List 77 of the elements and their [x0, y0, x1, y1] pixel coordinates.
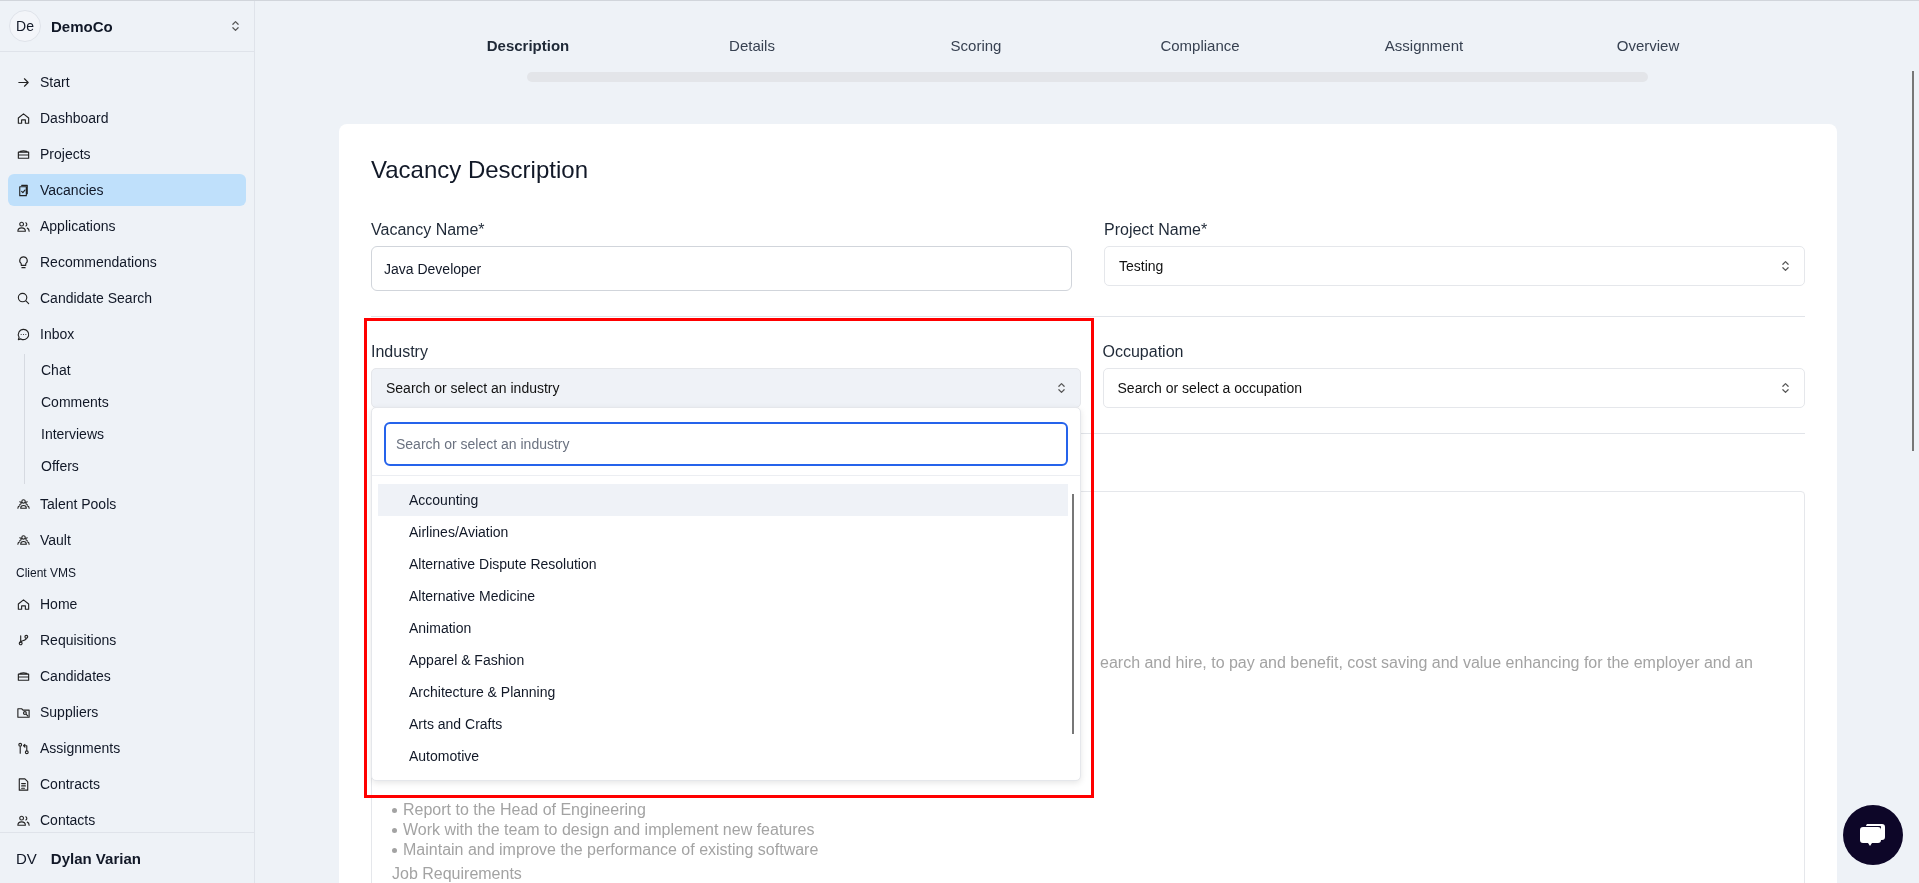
dropdown-option[interactable]: Alternative Dispute Resolution — [378, 548, 1068, 580]
nav-item[interactable]: Suppliers — [8, 696, 246, 728]
user-name[interactable]: Dylan Varian — [50, 849, 141, 867]
nav-subitem[interactable]: Interviews — [25, 418, 113, 450]
step-tab[interactable]: Compliance — [1160, 37, 1240, 54]
step-tab[interactable]: Assignment — [1384, 37, 1464, 54]
nav-item[interactable]: Requisitions — [8, 624, 246, 656]
nav-item[interactable]: Assignments — [8, 732, 246, 764]
search-icon — [16, 290, 31, 306]
field-label: Project Name* — [1104, 221, 1209, 239]
step-tab[interactable]: Description — [486, 37, 570, 54]
step-tab[interactable]: Overview — [1616, 37, 1680, 54]
vacancy-name-field[interactable]: Java Developer — [371, 246, 1072, 291]
dropdown-option[interactable]: Airlines/Aviation — [378, 516, 1068, 548]
branch-icon — [16, 632, 31, 648]
bullet-icon — [392, 827, 397, 833]
compare-arrows-icon — [16, 740, 31, 756]
project-select[interactable]: Testing — [1104, 246, 1805, 286]
chevron-updown-icon — [1781, 381, 1790, 395]
nav-item[interactable]: Contacts — [8, 804, 246, 832]
nav-subitem[interactable]: Chat — [25, 354, 79, 386]
field-label: Occupation — [1102, 343, 1185, 361]
nav-item[interactable]: Inbox — [8, 318, 246, 350]
nav-item[interactable]: Candidate Search — [8, 282, 246, 314]
bullet-item: Work with the team to design and implement new features — [403, 820, 815, 840]
nav-item[interactable]: Candidates — [8, 660, 246, 692]
nav-item[interactable]: Home — [8, 588, 246, 620]
house-icon — [16, 596, 31, 612]
bullet-icon — [392, 807, 397, 813]
nav-item[interactable]: Dashboard — [8, 102, 246, 134]
workspace-avatar: De — [9, 10, 41, 42]
nav-item[interactable]: Projects — [8, 138, 246, 170]
group-icon — [16, 496, 31, 512]
bullet-item: Report to the Head of Engineering — [403, 800, 646, 820]
step-tab[interactable]: Details — [729, 37, 775, 54]
chat-button[interactable] — [1843, 805, 1903, 865]
description-text: earch and hire, to pay and benefit, cost saving and value enhancing for the employer and an — [1100, 654, 1753, 672]
dropdown-option[interactable]: Architecture & Planning — [378, 676, 1068, 708]
dropdown-option[interactable]: Accounting — [378, 484, 1068, 516]
document-icon — [16, 776, 31, 792]
dropdown-option[interactable]: Alternative Medicine — [378, 580, 1068, 612]
bullet-icon — [392, 847, 397, 853]
chat-bubble-icon — [16, 326, 31, 342]
lightbulb-icon — [16, 254, 31, 270]
nav-section-label: Client VMS — [15, 565, 78, 582]
nav-item[interactable]: Vault — [8, 524, 246, 556]
occupation-select[interactable]: Search or select a occupation — [1102, 368, 1805, 408]
field-label: Vacancy Name* — [371, 221, 486, 239]
chevron-updown-icon — [1781, 259, 1790, 273]
field-label: Industry — [371, 343, 429, 361]
scrollbar[interactable] — [1912, 71, 1914, 451]
dropdown-option[interactable]: Apparel & Fashion — [378, 644, 1068, 676]
nav-item[interactable]: Contracts — [8, 768, 246, 800]
step-tab[interactable]: Scoring — [950, 37, 1002, 54]
group-icon — [16, 532, 31, 548]
dropdown-option[interactable]: Animation — [378, 612, 1068, 644]
nav-item[interactable]: Start — [8, 66, 246, 98]
house-icon — [16, 110, 31, 126]
industry-select[interactable]: Search or select an industry — [371, 368, 1081, 408]
industry-search-field[interactable]: Search or select an industry — [384, 422, 1068, 466]
nav-item[interactable]: Talent Pools — [8, 488, 246, 520]
dropdown-option[interactable]: Arts and Crafts — [378, 708, 1068, 740]
chevron-updown-icon — [1056, 381, 1066, 395]
scrollbar[interactable] — [1071, 494, 1074, 734]
chevron-updown-icon — [231, 19, 240, 33]
dropdown-option[interactable]: Automotive — [378, 740, 1068, 772]
nav-item[interactable]: Vacancies — [8, 174, 246, 206]
nav-subitem[interactable]: Comments — [25, 386, 117, 418]
nav-subitem[interactable]: Offers — [25, 450, 87, 482]
clipboard-icon — [16, 182, 31, 198]
section-heading: Job Requirements — [392, 865, 522, 883]
user-initials: DV — [16, 849, 37, 867]
form-title: Vacancy Description — [371, 156, 589, 184]
bullet-item: Maintain and improve the performance of existing software — [403, 840, 819, 860]
workspace-name[interactable]: DemoCo — [51, 17, 221, 35]
nav-item[interactable]: Recommendations — [8, 246, 246, 278]
nav-item[interactable]: Applications — [8, 210, 246, 242]
